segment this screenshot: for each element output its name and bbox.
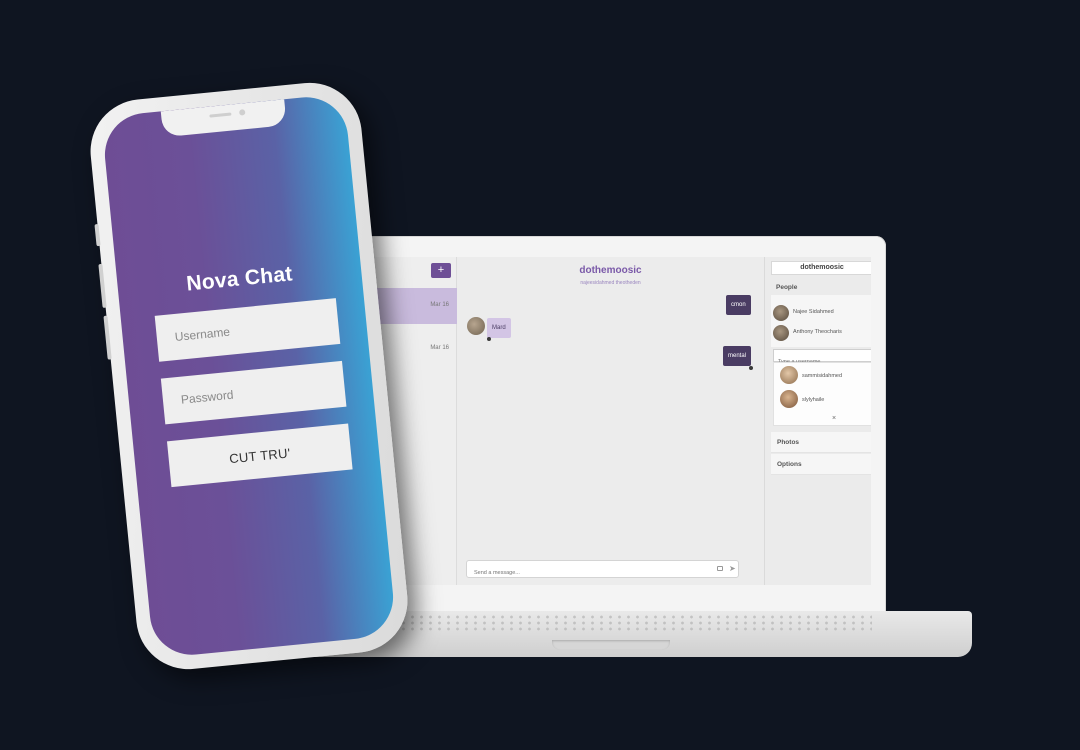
username-search[interactable] <box>773 349 871 368</box>
photos-label: Photos <box>777 439 800 446</box>
photos-section-toggle[interactable]: Photos <box>771 432 871 453</box>
login-button[interactable]: CUT TRU' <box>166 423 353 488</box>
conversation-date: Mar 16 <box>430 345 449 351</box>
new-conversation-button[interactable]: + <box>431 263 451 278</box>
chat-pane: dothemoosic najeesidahmed theotheden cmo… <box>458 257 763 585</box>
username-input[interactable] <box>154 298 341 362</box>
details-pane: dothemoosic People Najee Sidahmed Anthon… <box>764 257 871 585</box>
avatar <box>773 325 789 341</box>
person-row[interactable]: Anthony Theocharis <box>771 323 871 343</box>
close-icon[interactable]: × <box>832 415 836 423</box>
chat-title: dothemoosic <box>579 265 642 276</box>
chat-members: najeesidahmed theotheden <box>580 280 641 286</box>
password-field[interactable] <box>160 360 347 425</box>
conversation-date: Mar 16 <box>430 302 449 308</box>
person-name: Anthony Theocharis <box>793 329 842 335</box>
message-input[interactable] <box>467 565 687 581</box>
message-bubble-outgoing: mental <box>723 346 752 366</box>
message-bubble-incoming: Mard <box>487 318 511 338</box>
phone-screen: Nova Chat CUT TRU' <box>101 93 397 659</box>
laptop-hinge-notch <box>552 640 670 650</box>
options-label: Options <box>777 461 802 468</box>
person-name: Najee Sidahmed <box>793 309 834 315</box>
password-input[interactable] <box>160 360 347 425</box>
message-composer[interactable]: ➤ <box>466 560 739 581</box>
avatar <box>780 366 798 384</box>
suggestion-item[interactable]: slylyhaile <box>780 390 871 410</box>
phone-volume-up <box>98 263 107 308</box>
username-field[interactable] <box>154 298 341 362</box>
avatar <box>467 317 485 335</box>
phone-mute-switch <box>94 223 101 247</box>
app-title: Nova Chat <box>185 262 294 296</box>
speaker-icon <box>209 112 232 118</box>
avatar <box>773 305 789 321</box>
phone-notch <box>160 99 287 138</box>
options-section-toggle[interactable]: Options <box>771 454 871 475</box>
suggestion-item[interactable]: sammisidahmed <box>780 366 871 386</box>
avatar <box>780 390 798 408</box>
phone-volume-down <box>103 315 112 360</box>
laptop-keyboard <box>372 614 872 632</box>
phone-frame: Nova Chat CUT TRU' <box>85 78 413 674</box>
image-upload-icon[interactable] <box>717 566 723 571</box>
laptop-screen: + Mar 16 Mar 16 dothemoosic najeesidahme… <box>362 257 871 585</box>
send-icon[interactable]: ➤ <box>729 564 736 574</box>
person-row[interactable]: Najee Sidahmed <box>771 303 871 323</box>
suggestion-username: sammisidahmed <box>802 373 843 379</box>
message-bubble-outgoing: cmon <box>726 295 751 315</box>
camera-icon <box>238 109 246 116</box>
read-receipt-icon <box>749 366 753 370</box>
user-suggestions: sammisidahmed slylyhaile × <box>773 362 871 426</box>
suggestion-username: slylyhaile <box>802 397 825 403</box>
people-heading: People <box>776 284 798 291</box>
read-receipt-icon <box>487 337 491 341</box>
conversation-name-field[interactable]: dothemoosic <box>771 261 871 275</box>
